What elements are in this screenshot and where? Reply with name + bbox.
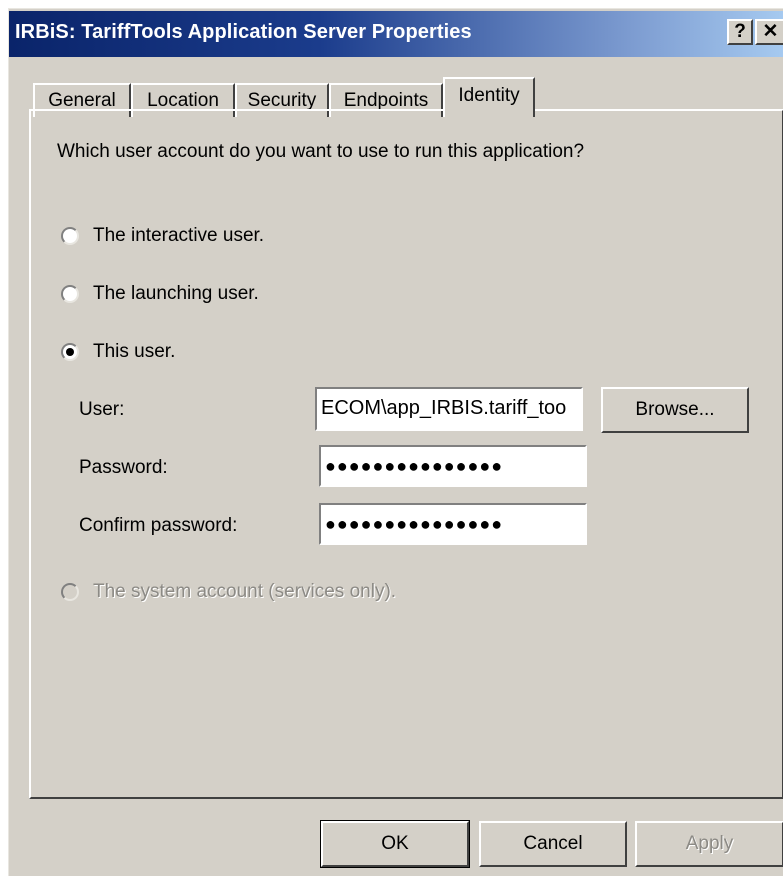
help-button[interactable]: ? — [727, 19, 753, 45]
confirm-password-field[interactable]: ●●●●●●●●●●●●●●● — [319, 503, 587, 545]
launching-user-label[interactable]: The launching user. — [93, 283, 259, 305]
radio-launching-user[interactable] — [61, 285, 79, 303]
this-user-label[interactable]: This user. — [93, 341, 175, 363]
browse-button[interactable]: Browse... — [601, 387, 749, 433]
radio-interactive-user[interactable] — [61, 227, 79, 245]
user-label: User: — [79, 399, 125, 420]
account-question: Which user account do you want to use to… — [57, 141, 585, 162]
password-field[interactable]: ●●●●●●●●●●●●●●● — [319, 445, 587, 487]
radio-system-account — [61, 583, 79, 601]
apply-button[interactable]: Apply — [635, 821, 783, 867]
radio-this-user[interactable] — [61, 343, 79, 361]
interactive-user-label[interactable]: The interactive user. — [93, 225, 264, 247]
password-label: Password: — [79, 457, 168, 478]
ok-button[interactable]: OK — [320, 820, 470, 868]
tab-identity[interactable]: Identity — [443, 77, 535, 117]
identity-panel: Which user account do you want to use to… — [29, 109, 783, 799]
close-button[interactable]: ✕ — [755, 19, 783, 45]
system-account-label: The system account (services only). — [93, 581, 397, 602]
user-input[interactable]: ECOM\app_IRBIS.tariff_too — [315, 387, 583, 431]
radio-selected-dot — [66, 348, 74, 356]
window-title: IRBiS: TariffTools Application Server Pr… — [15, 21, 472, 43]
cancel-button[interactable]: Cancel — [479, 821, 627, 867]
properties-dialog: IRBiS: TariffTools Application Server Pr… — [8, 8, 783, 876]
title-bar[interactable]: IRBiS: TariffTools Application Server Pr… — [9, 11, 783, 57]
confirm-password-label: Confirm password: — [79, 515, 238, 536]
